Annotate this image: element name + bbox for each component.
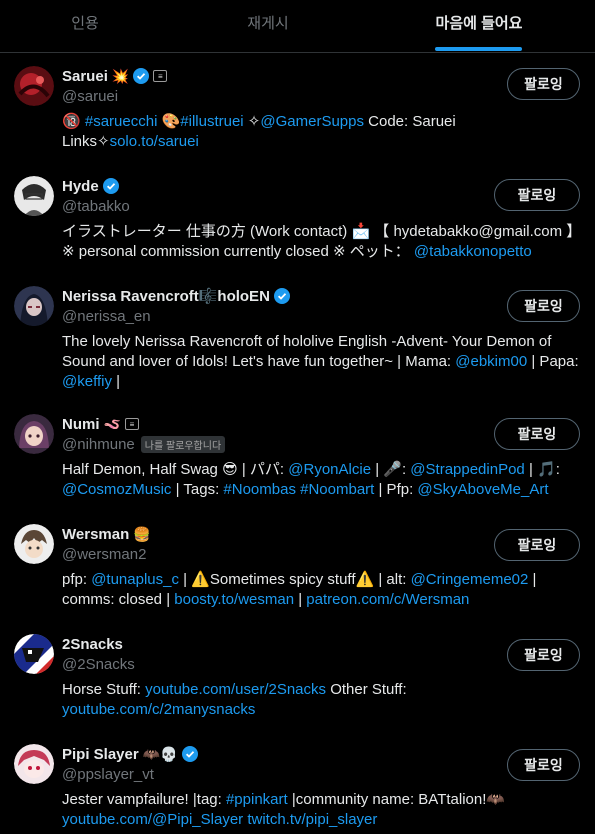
bio-link[interactable]: boosty.to/wesman (174, 591, 294, 608)
user-cell[interactable]: Wersman 🍔 @wersman2 팔로잉 pfp: @tunaplus_c… (0, 524, 595, 614)
user-handle: @tabakko (62, 198, 130, 215)
avatar[interactable] (14, 634, 54, 674)
user-handle: @nerissa_en (62, 308, 151, 325)
user-bio: 🔞 #saruecchi 🎨#illustruei ✧@GamerSupps C… (62, 112, 582, 152)
following-button[interactable]: 팔로잉 (494, 529, 580, 561)
bio-text: Horse Stuff: (62, 681, 146, 698)
user-cell[interactable]: Saruei 💥 ≡ @saruei 팔로잉 🔞 #saruecchi 🎨#il… (0, 66, 595, 156)
avatar[interactable] (14, 414, 54, 454)
bio-text: 🔞 (62, 113, 85, 130)
bio-link[interactable]: #Noombart (300, 481, 374, 498)
bio-link[interactable]: #illustruei (180, 113, 243, 130)
verified-badge-icon (133, 68, 150, 84)
user-name[interactable]: Numi (62, 416, 100, 433)
verified-badge-icon (102, 178, 119, 194)
bio-link[interactable]: #ppinkart (226, 791, 288, 808)
bio-text: Jester vampfailure! |tag: (62, 791, 226, 808)
name-emoji: 🪱 (103, 416, 121, 432)
bio-link[interactable]: youtube.com/@Pipi_Slayer (62, 811, 243, 828)
bio-text: | ⚠️Sometimes spicy stuff⚠️ | alt: (178, 571, 411, 588)
bio-text: |community name: BATtalion!🦇 (287, 791, 506, 808)
bio-text: | (294, 591, 307, 608)
user-handle: @wersman2 (62, 546, 147, 563)
bio-link[interactable]: @ebkim00 (455, 353, 527, 370)
tab-reposts[interactable]: 재게시 (170, 0, 366, 52)
bio-link[interactable]: youtube.com/c/2manysnacks (62, 701, 255, 718)
user-handle: @ppslayer_vt (62, 766, 154, 783)
user-cell[interactable]: Numi 🪱 ≡ @nihmune 나를 팔로우합니다 팔로잉 Half Dem… (0, 414, 595, 504)
user-handle: @2Snacks (62, 656, 135, 673)
bio-link[interactable]: @StrappedinPod (410, 461, 524, 478)
avatar[interactable] (14, 744, 54, 784)
name-emoji: 🍔 (133, 526, 151, 542)
following-button[interactable]: 팔로잉 (507, 68, 580, 100)
following-button[interactable]: 팔로잉 (494, 418, 580, 450)
bio-link[interactable]: patreon.com/c/Wersman (306, 591, 469, 608)
bio-link[interactable]: @tabakkonopetto (414, 243, 532, 260)
name-emoji: 🦇💀 (142, 746, 178, 762)
bio-text: | Pfp: (374, 481, 418, 498)
bio-text: | 🎤: (371, 461, 411, 478)
bio-text: | Tags: (171, 481, 224, 498)
tab-likes[interactable]: 마음에 들어요 (395, 0, 563, 52)
user-bio: イラストレーター 仕事の方 (Work contact) 📩 【 hydetab… (62, 222, 582, 262)
bio-text: ✧ (243, 113, 261, 130)
bio-text: | (111, 373, 121, 390)
user-name[interactable]: Saruei (62, 68, 108, 85)
user-name[interactable]: Nerissa Ravencroft🎼holoEN (62, 287, 270, 305)
subscription-icon: ≡ (124, 418, 139, 430)
bio-link[interactable]: #Noombas (223, 481, 296, 498)
user-name[interactable]: Hyde (62, 178, 99, 195)
user-bio: Half Demon, Half Swag 😎 | パパ: @RyonAlcie… (62, 460, 582, 500)
bio-link[interactable]: twitch.tv/pipi_slayer (247, 811, 377, 828)
user-handle: @saruei (62, 88, 119, 105)
bio-text: Other Stuff: (326, 681, 407, 698)
user-handle: @nihmune (62, 436, 135, 453)
avatar[interactable] (14, 66, 54, 106)
name-emoji: 💥 (111, 68, 130, 84)
avatar[interactable] (14, 524, 54, 564)
bio-link[interactable]: @SkyAboveMe_Art (417, 481, 548, 498)
bio-link[interactable]: #saruecchi (85, 113, 158, 130)
user-bio: The lovely Nerissa Ravencroft of hololiv… (62, 332, 582, 392)
following-button[interactable]: 팔로잉 (507, 290, 580, 322)
user-bio: pfp: @tunaplus_c | ⚠️Sometimes spicy stu… (62, 570, 582, 610)
bio-text: | Papa: (527, 353, 579, 370)
bio-link[interactable]: solo.to/saruei (110, 133, 199, 150)
verified-badge-icon (273, 288, 290, 304)
user-name[interactable]: 2Snacks (62, 636, 123, 653)
bio-link[interactable]: @GamerSupps (260, 113, 364, 130)
user-cell[interactable]: Pipi Slayer 🦇💀 @ppslayer_vt 팔로잉 Jester v… (0, 744, 595, 834)
bio-text: Half Demon, Half Swag 😎 | パパ: (62, 461, 289, 478)
verified-badge-icon (181, 746, 198, 762)
avatar[interactable] (14, 286, 54, 326)
bio-text: pfp: (62, 571, 92, 588)
user-cell[interactable]: Nerissa Ravencroft🎼holoEN @nerissa_en 팔로… (0, 286, 595, 396)
follows-you-badge: 나를 팔로우합니다 (140, 436, 226, 453)
tab-bar: 인용 재게시 마음에 들어요 (0, 0, 595, 53)
tab-quotes[interactable]: 인용 (0, 0, 170, 52)
user-name[interactable]: Wersman (62, 526, 129, 543)
following-button[interactable]: 팔로잉 (494, 179, 580, 211)
user-cell[interactable]: 2Snacks @2Snacks 팔로잉 Horse Stuff: youtub… (0, 634, 595, 724)
bio-link[interactable]: @Cringememe02 (411, 571, 529, 588)
user-bio: Jester vampfailure! |tag: #ppinkart |com… (62, 790, 582, 830)
following-button[interactable]: 팔로잉 (507, 639, 580, 671)
following-button[interactable]: 팔로잉 (507, 749, 580, 781)
bio-link[interactable]: @RyonAlcie (288, 461, 371, 478)
bio-link[interactable]: @CosmozMusic (62, 481, 171, 498)
user-bio: Horse Stuff: youtube.com/user/2Snacks Ot… (62, 680, 582, 720)
bio-link[interactable]: @keffiy (62, 373, 112, 390)
bio-text: 🎨 (157, 113, 181, 130)
active-tab-indicator (435, 47, 522, 51)
bio-link[interactable]: @tunaplus_c (91, 571, 179, 588)
subscription-icon: ≡ (153, 70, 168, 82)
bio-link[interactable]: youtube.com/user/2Snacks (145, 681, 326, 698)
avatar[interactable] (14, 176, 54, 216)
bio-text: | 🎵: (524, 461, 560, 478)
user-name[interactable]: Pipi Slayer (62, 746, 139, 763)
user-cell[interactable]: Hyde @tabakko 팔로잉 イラストレーター 仕事の方 (Work co… (0, 176, 595, 266)
